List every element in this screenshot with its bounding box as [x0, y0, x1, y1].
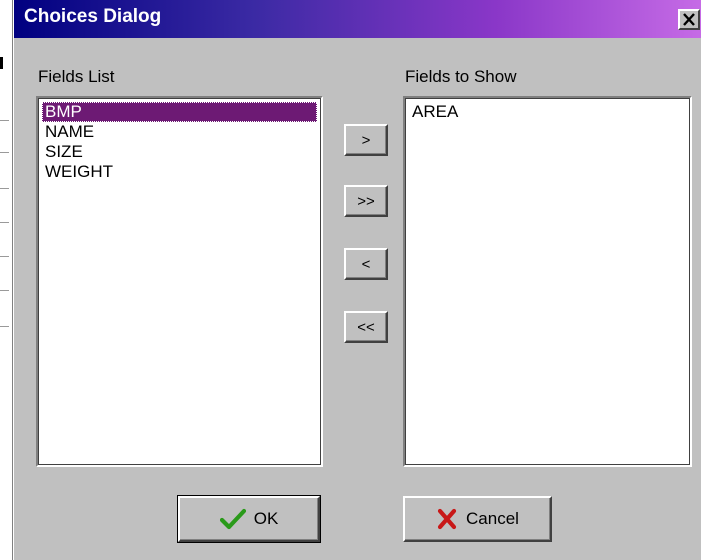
title-bar[interactable]: Choices Dialog — [14, 0, 701, 38]
list-item[interactable]: SIZE — [42, 142, 317, 162]
fields-list-label: Fields List — [38, 67, 115, 86]
background-tick — [0, 120, 9, 121]
fields-to-show-label: Fields to Show — [405, 67, 517, 86]
background-tick — [0, 326, 9, 327]
list-item[interactable]: WEIGHT — [42, 162, 317, 182]
x-mark-icon — [436, 508, 458, 530]
close-icon — [683, 13, 695, 26]
list-item[interactable]: NAME — [42, 122, 317, 142]
background-tick — [0, 152, 9, 153]
add-one-button[interactable]: > — [344, 124, 388, 156]
background-window-edge — [0, 0, 13, 560]
cancel-label: Cancel — [466, 509, 519, 528]
checkmark-icon — [219, 508, 246, 530]
ok-label: OK — [253, 509, 279, 528]
remove-all-button[interactable]: << — [344, 311, 388, 343]
fields-list-box[interactable]: BMP NAME SIZE WEIGHT — [36, 96, 323, 467]
fields-list-items: BMP NAME SIZE WEIGHT — [42, 102, 317, 182]
close-button[interactable] — [678, 9, 700, 30]
cancel-button[interactable]: Cancel — [403, 496, 552, 542]
fields-to-show-items: AREA — [409, 102, 686, 122]
remove-one-button[interactable]: < — [344, 248, 388, 280]
add-all-button[interactable]: >> — [344, 185, 388, 217]
list-item[interactable]: BMP — [42, 102, 317, 122]
list-item[interactable]: AREA — [409, 102, 686, 122]
dialog-title: Choices Dialog — [24, 6, 162, 27]
background-tick — [0, 188, 9, 189]
ok-button[interactable]: OK — [177, 495, 321, 543]
background-tick — [0, 290, 9, 291]
background-tick — [0, 222, 9, 223]
background-window-marker — [0, 57, 3, 69]
fields-to-show-box[interactable]: AREA — [403, 96, 692, 467]
background-tick — [0, 256, 9, 257]
choices-dialog: Choices Dialog Fields List BMP NAME SIZE WE… — [13, 0, 701, 560]
